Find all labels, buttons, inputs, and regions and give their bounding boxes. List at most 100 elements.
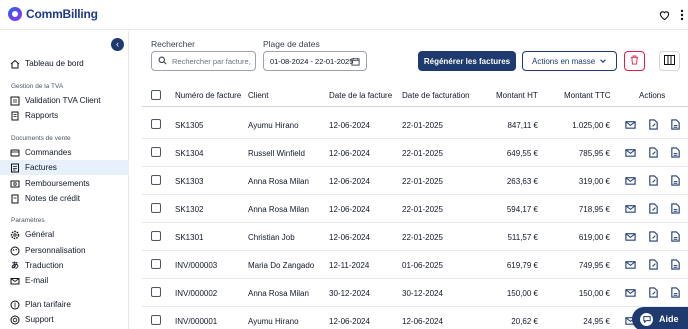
amount-ttc-cell: 749,95 € — [578, 261, 610, 270]
amount-ttc-cell: 718,95 € — [578, 205, 610, 214]
sidebar-item-credit-notes[interactable]: Notes de crédit — [0, 191, 129, 206]
sidebar-item-orders[interactable]: Commandes — [0, 145, 129, 160]
send-email-icon[interactable] — [625, 259, 636, 270]
amount-ht-cell: 649,55 € — [506, 149, 538, 158]
table-row[interactable]: SK1305 Ayumu Hirano 12-06-2024 22-01-2025 84… — [142, 111, 688, 139]
sidebar-item-label: Traduction — [25, 261, 64, 270]
date-range-picker[interactable]: 01-08-2024 - 22-01-2025 — [263, 51, 367, 71]
more-vertical-icon[interactable] — [676, 8, 688, 22]
edit-document-icon[interactable] — [648, 119, 659, 130]
download-document-icon[interactable] — [670, 203, 681, 214]
amount-ht-cell: 150,00 € — [506, 289, 538, 298]
sidebar-item-label: Général — [25, 230, 55, 239]
table-row[interactable]: INV/000001 Ayumu Hirano 12-06-2024 12-06-20… — [142, 307, 688, 329]
sidebar-item-invoices[interactable]: Factures — [0, 160, 129, 175]
header-amount-ttc[interactable]: Montant TTC — [564, 91, 611, 100]
table-row[interactable]: SK1304 Russell Winfield 12-06-2024 22-01-20… — [142, 139, 688, 167]
table-row[interactable]: SK1303 Anna Rosa Milan 12-06-2024 22-01-202… — [142, 167, 688, 195]
send-email-icon[interactable] — [625, 231, 636, 242]
sidebar-item-label: Personnalisation — [25, 246, 86, 255]
header-client[interactable]: Client — [248, 91, 268, 100]
download-document-icon[interactable] — [670, 175, 681, 186]
amount-ttc-cell: 785,95 € — [578, 149, 610, 158]
sidebar-item-general[interactable]: Général — [0, 227, 129, 242]
invoice-date-cell: 12-06-2024 — [329, 233, 370, 242]
app-logo[interactable]: CommBilling — [8, 7, 98, 21]
header-amount-ht[interactable]: Montant HT — [496, 91, 538, 100]
invoice-number-cell[interactable]: SK1305 — [175, 121, 203, 130]
client-cell: Anna Rosa Milan — [248, 289, 309, 298]
download-document-icon[interactable] — [670, 119, 681, 130]
search-label: Rechercher — [151, 39, 195, 49]
header-actions: Actions — [639, 91, 666, 100]
row-checkbox[interactable] — [151, 259, 161, 269]
sidebar-section-title: Documents de vente — [11, 135, 71, 142]
sidebar-item-translation[interactable]: あ Traduction — [0, 258, 129, 273]
sidebar-item-label: Tableau de bord — [25, 59, 84, 68]
edit-document-icon[interactable] — [648, 259, 659, 270]
row-checkbox[interactable] — [151, 287, 161, 297]
sidebar-item-dashboard[interactable]: Tableau de bord — [0, 56, 129, 71]
delete-button[interactable] — [624, 51, 645, 71]
palette-icon — [10, 246, 20, 256]
sidebar-item-support[interactable]: Support — [0, 312, 129, 327]
bulk-actions-button[interactable]: Actions en masse — [522, 51, 617, 71]
table-row[interactable]: INV/000002 Anna Rosa Milan 30-12-2024 30-12… — [142, 279, 688, 307]
download-document-icon[interactable] — [670, 147, 681, 158]
sidebar-item-label: E-mail — [25, 276, 49, 285]
sidebar-item-vat-validation[interactable]: Validation TVA Client — [0, 93, 129, 108]
row-checkbox[interactable] — [151, 315, 161, 325]
search-input[interactable] — [172, 56, 252, 66]
send-email-icon[interactable] — [625, 175, 636, 186]
row-checkbox[interactable] — [151, 147, 161, 157]
table-row[interactable]: SK1302 Anna Rosa Milan 12-06-2024 22-01-202… — [142, 195, 688, 223]
header-invoice-date[interactable]: Date de la facture — [329, 91, 392, 100]
sidebar-item-pricing[interactable]: Plan tarifaire — [0, 297, 129, 312]
invoice-number-cell[interactable]: SK1302 — [175, 205, 203, 214]
columns-button[interactable] — [659, 51, 680, 71]
download-document-icon[interactable] — [670, 287, 681, 298]
table-row[interactable]: INV/000003 Maria Do Zangado 12-11-2024 01-0… — [142, 251, 688, 279]
sidebar-section-title: Gestion de la TVA — [11, 83, 64, 90]
help-button[interactable]: Aide — [632, 307, 688, 329]
invoice-number-cell[interactable]: SK1301 — [175, 233, 203, 242]
edit-document-icon[interactable] — [648, 175, 659, 186]
download-document-icon[interactable] — [670, 259, 681, 270]
row-checkbox[interactable] — [151, 175, 161, 185]
sidebar-item-reports[interactable]: Rapports — [0, 108, 129, 123]
invoice-date-cell: 30-12-2024 — [329, 289, 370, 298]
header-invoice-number[interactable]: Numéro de facture — [175, 91, 241, 100]
date-range-label: Plage de dates — [263, 39, 320, 49]
edit-document-icon[interactable] — [648, 231, 659, 242]
regenerate-invoices-button[interactable]: Régénérer les factures — [418, 51, 516, 71]
row-checkbox[interactable] — [151, 231, 161, 241]
send-email-icon[interactable] — [625, 203, 636, 214]
sidebar-item-label: Support — [25, 315, 54, 324]
sidebar-item-personalization[interactable]: Personnalisation — [0, 243, 129, 258]
send-email-icon[interactable] — [625, 287, 636, 298]
row-checkbox[interactable] — [151, 119, 161, 129]
invoice-number-cell[interactable]: INV/000003 — [175, 261, 217, 270]
table-row[interactable]: SK1301 Christian Job 12-06-2024 22-01-2025 5… — [142, 223, 688, 251]
edit-document-icon[interactable] — [648, 147, 659, 158]
invoice-number-cell[interactable]: SK1303 — [175, 177, 203, 186]
download-document-icon[interactable] — [670, 231, 681, 242]
heart-icon[interactable] — [657, 8, 671, 22]
select-all-checkbox[interactable] — [151, 90, 161, 100]
edit-document-icon[interactable] — [648, 203, 659, 214]
invoice-number-cell[interactable]: INV/000001 — [175, 317, 217, 326]
sidebar-collapse-button[interactable]: ‹ — [111, 38, 124, 51]
date-range-value: 01-08-2024 - 22-01-2025 — [270, 56, 354, 66]
header-billing-date[interactable]: Date de facturation — [402, 91, 470, 100]
sidebar-item-refunds[interactable]: Remboursements — [0, 176, 129, 191]
edit-document-icon[interactable] — [648, 287, 659, 298]
send-email-icon[interactable] — [625, 147, 636, 158]
billing-date-cell: 22-01-2025 — [402, 121, 443, 130]
invoice-number-cell[interactable]: INV/000002 — [175, 289, 217, 298]
search-field[interactable] — [151, 51, 256, 71]
client-cell: Anna Rosa Milan — [248, 205, 309, 214]
send-email-icon[interactable] — [625, 119, 636, 130]
sidebar-item-email[interactable]: E-mail — [0, 273, 129, 288]
invoice-number-cell[interactable]: SK1304 — [175, 149, 203, 158]
row-checkbox[interactable] — [151, 203, 161, 213]
